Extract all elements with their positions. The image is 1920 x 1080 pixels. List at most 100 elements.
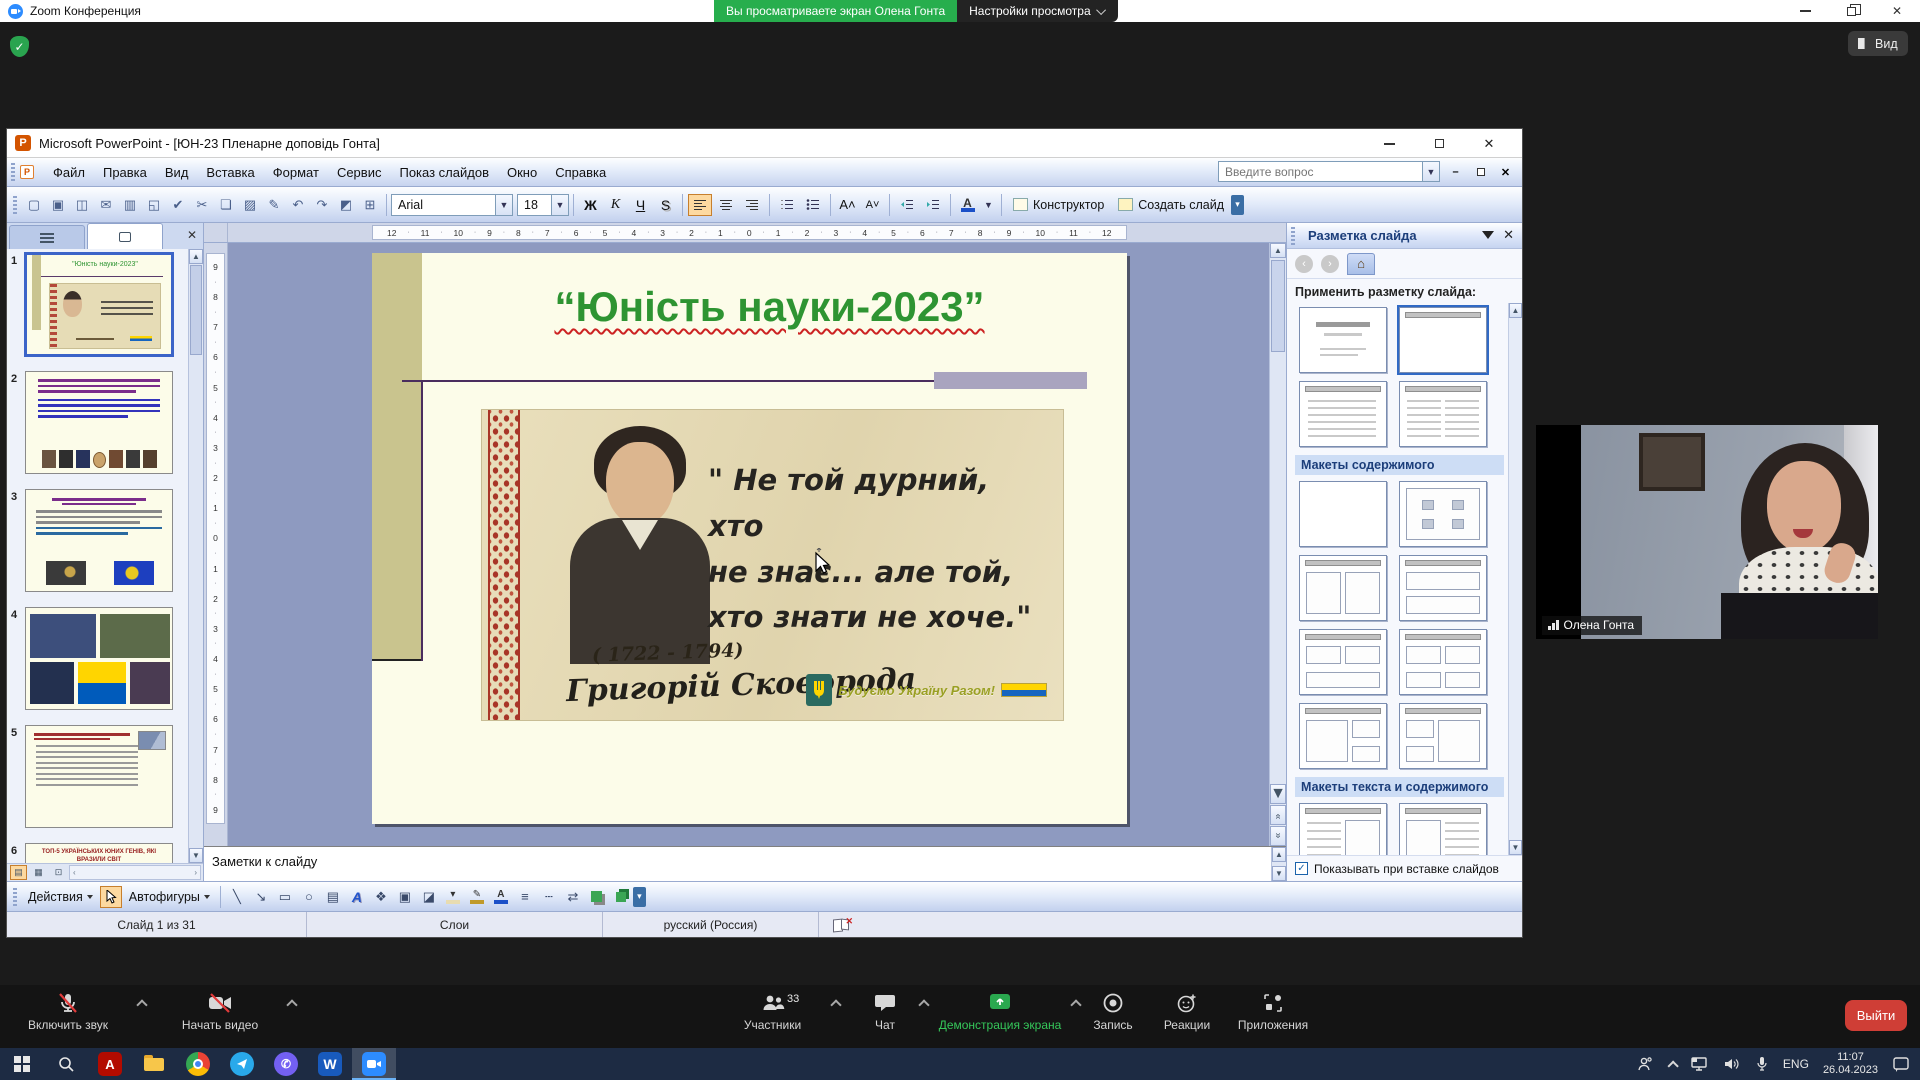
slide-thumbnail-4[interactable]: 4	[7, 607, 203, 710]
canvas-scrollbar[interactable]: ▲ ▼ « «	[1269, 243, 1286, 846]
microphone-tray-icon[interactable]	[1755, 1056, 1769, 1072]
line-style-icon[interactable]: ≡	[514, 886, 536, 908]
toolbar-grip-2[interactable]	[13, 196, 17, 214]
line-icon[interactable]: ╲	[226, 886, 248, 908]
close-icon[interactable]: ✕	[1874, 0, 1920, 22]
participants-chevron-icon[interactable]	[830, 999, 841, 1010]
speaker-icon[interactable]	[1723, 1056, 1741, 1072]
rectangle-icon[interactable]: ▭	[274, 886, 296, 908]
clip-art-icon[interactable]: ▣	[394, 886, 416, 908]
slide-thumbnail-2[interactable]: 2	[7, 371, 203, 474]
decrease-font-icon[interactable]: A˅	[861, 194, 884, 216]
forward-icon[interactable]: ›	[1321, 255, 1339, 273]
chart-icon[interactable]: ◩	[335, 194, 357, 216]
task-pane-scrollbar[interactable]: ▲ ▼	[1508, 303, 1522, 855]
menu-format[interactable]: Формат	[264, 161, 328, 184]
shadow-button[interactable]: S	[654, 194, 677, 216]
new-slide-button[interactable]: Создать слайд	[1111, 193, 1231, 217]
status-language[interactable]: русский (Россия)	[603, 912, 819, 937]
thumbnail-scrollbar[interactable]: ▲ ▼	[188, 249, 203, 863]
notes-pane[interactable]: Заметки к слайду ▲ ▼	[204, 846, 1286, 881]
video-options-chevron-icon[interactable]	[286, 999, 297, 1010]
tp-scroll-up-icon[interactable]: ▲	[1509, 303, 1522, 318]
people-tray-icon[interactable]	[1635, 1056, 1653, 1072]
layout-blank[interactable]	[1299, 481, 1387, 547]
layout-text-and-content[interactable]	[1299, 803, 1387, 855]
canvas-scroll-up-icon[interactable]: ▲	[1270, 243, 1286, 258]
notes-scroll-down-icon[interactable]: ▼	[1272, 866, 1286, 881]
slide-thumbnail-1[interactable]: 1"Юність науки-2023"	[7, 253, 203, 356]
picture-icon[interactable]: ◪	[418, 886, 440, 908]
copy-icon[interactable]: ❏	[215, 194, 237, 216]
align-left-button[interactable]	[688, 194, 712, 216]
save-icon[interactable]: ◫	[71, 194, 93, 216]
increase-font-icon[interactable]: A˄	[836, 194, 859, 216]
toolbar-options-icon[interactable]: ▾	[1231, 195, 1244, 215]
language-indicator[interactable]: ENG	[1783, 1057, 1809, 1071]
font-size-dropdown-icon[interactable]: ▼	[551, 195, 568, 215]
print-icon[interactable]: ▥	[119, 194, 141, 216]
shadow-style-icon[interactable]	[586, 886, 608, 908]
arrow-icon[interactable]: ↘	[250, 886, 272, 908]
spelling-icon[interactable]: ✔	[167, 194, 189, 216]
align-right-button[interactable]	[740, 194, 764, 216]
clock[interactable]: 11:07 26.04.2023	[1823, 1051, 1878, 1077]
layout-four-content[interactable]	[1399, 629, 1487, 695]
drawing-grip[interactable]	[13, 888, 17, 906]
horizontal-scrollbar[interactable]: ‹›	[69, 865, 201, 880]
layout-content[interactable]	[1399, 481, 1487, 547]
slide-sorter-view-button[interactable]: ▦	[30, 865, 47, 880]
diagram-icon[interactable]: ❖	[370, 886, 392, 908]
ppt-close-icon[interactable]: ✕	[1464, 129, 1514, 158]
minimize-icon[interactable]	[1782, 0, 1828, 22]
autoshapes-menu[interactable]: Автофигуры	[123, 890, 216, 904]
notification-center-icon[interactable]	[1892, 1056, 1910, 1072]
task-pane-header[interactable]: Разметка слайда ✕	[1287, 223, 1522, 249]
layout-two-content-over-content[interactable]	[1299, 629, 1387, 695]
fill-color-icon[interactable]: ▾	[442, 886, 464, 908]
menu-insert[interactable]: Вставка	[197, 161, 263, 184]
previous-slide-button[interactable]: «	[1270, 805, 1286, 825]
scroll-down-icon[interactable]: ▼	[189, 848, 203, 863]
doc-minimize-icon[interactable]: –	[1445, 163, 1466, 181]
chat-chevron-icon[interactable]	[918, 999, 929, 1010]
taskbar-word-icon[interactable]: W	[308, 1048, 352, 1080]
slide[interactable]: “Юність науки-2023” " Не той дурний, хто	[372, 253, 1127, 824]
participants-button[interactable]: Участники 33	[725, 991, 820, 1032]
view-options-button[interactable]: Настройки просмотра	[957, 0, 1118, 22]
tp-scroll-down-icon[interactable]: ▼	[1509, 840, 1522, 855]
pane-close-icon[interactable]: ✕	[187, 228, 197, 242]
text-box-icon[interactable]: ▤	[322, 886, 344, 908]
horizontal-ruler[interactable]: 12·11·10·9·8·7·6·5·4·3·2·1·0·1·2·3·4·5·6…	[228, 223, 1286, 242]
canvas-scroll-down-icon[interactable]: ▼	[1270, 784, 1286, 804]
decrease-indent-icon[interactable]	[895, 194, 919, 216]
taskbar-search-icon[interactable]	[44, 1048, 88, 1080]
slideshow-view-button[interactable]: ⊡	[50, 865, 67, 880]
layout-title-only[interactable]	[1399, 307, 1487, 373]
notes-scroll-up-icon[interactable]: ▲	[1272, 847, 1286, 862]
question-input[interactable]	[1219, 162, 1422, 181]
drawing-options-icon[interactable]: ▾	[633, 887, 646, 907]
normal-view-button[interactable]: ▤	[10, 865, 27, 880]
toolbar-grip[interactable]	[11, 163, 15, 181]
bold-button[interactable]: Ж	[579, 194, 602, 216]
view-button[interactable]: Вид	[1848, 31, 1908, 56]
font-color-dropdown-icon[interactable]: ▼	[980, 195, 997, 215]
layout-two-content-and-content[interactable]	[1399, 703, 1487, 769]
doc-close-icon[interactable]: ✕	[1495, 163, 1516, 181]
audio-options-chevron-icon[interactable]	[136, 999, 147, 1010]
spellcheck-status-icon[interactable]	[819, 912, 865, 937]
open-icon[interactable]: ▣	[47, 194, 69, 216]
layout-content-and-text[interactable]	[1399, 803, 1487, 855]
new-icon[interactable]: ▢	[23, 194, 45, 216]
taskbar-chrome-icon[interactable]	[176, 1048, 220, 1080]
wordart-icon[interactable]: А	[346, 886, 368, 908]
font-color-icon[interactable]: А	[490, 886, 512, 908]
layout-title-text[interactable]	[1299, 381, 1387, 447]
scroll-up-icon[interactable]: ▲	[189, 249, 203, 264]
paste-icon[interactable]: ▨	[239, 194, 261, 216]
security-shield-icon[interactable]: ✓	[10, 36, 29, 57]
leave-button[interactable]: Выйти	[1845, 1000, 1907, 1031]
layout-two-content[interactable]	[1299, 555, 1387, 621]
unmute-button[interactable]: Включить звук	[8, 991, 128, 1032]
